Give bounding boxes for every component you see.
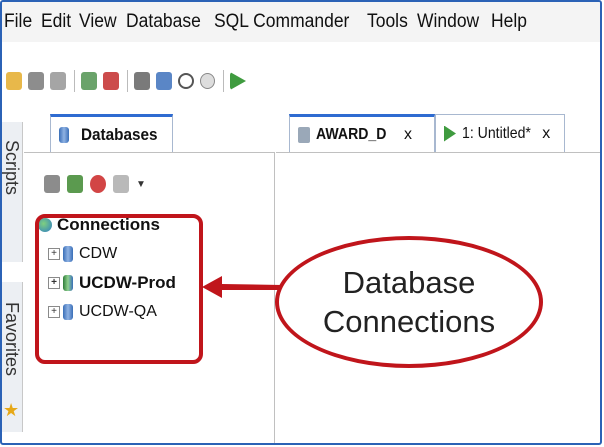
sql-file-icon [298,126,310,143]
favorites-side-tab[interactable]: Favorites ★ [2,282,23,432]
menu-bar: File Edit View Database SQL Commander To… [2,2,600,42]
close-icon[interactable]: x [404,126,412,144]
disconnect-db-icon[interactable] [90,175,106,193]
connect-db-icon[interactable] [44,175,60,193]
properties-icon[interactable] [113,175,129,193]
add-connection-icon[interactable] [67,175,83,193]
databases-tab-label: Databases [81,124,158,144]
scripts-side-tab[interactable]: Scripts [2,122,23,262]
save-icon[interactable] [28,72,44,90]
menu-window[interactable]: Window [417,11,479,33]
menu-sql-commander[interactable]: SQL Commander [214,11,349,33]
clipboard-icon[interactable] [156,72,172,90]
connections-highlight [35,214,203,364]
app-window: File Edit View Database SQL Commander To… [0,0,602,445]
stopwatch-icon[interactable] [178,73,194,89]
tab-award-d[interactable]: AWARD_D x [289,114,435,152]
toolbar-separator [127,70,128,92]
save-all-icon[interactable] [50,72,66,90]
menu-view[interactable]: View [79,11,117,33]
panel-toolbar: ▼ [44,175,146,193]
disconnect-icon[interactable] [103,72,119,90]
arrow-annotation [202,276,282,298]
callout-line-1: Database [342,265,476,300]
menu-tools[interactable]: Tools [367,11,408,33]
connect-icon[interactable] [81,72,97,90]
execute-icon[interactable] [230,72,246,90]
star-icon: ★ [3,400,20,420]
editor-area-border [276,152,600,153]
main-toolbar [2,64,600,98]
editor-tabs: AWARD_D x 1: Untitled* x [289,114,600,152]
toolbar-separator [223,70,224,92]
favorites-tab-label: Favorites [2,302,22,377]
dropdown-arrow-icon[interactable]: ▼ [136,179,146,190]
scripts-tab-label: Scripts [2,140,22,196]
tab-label: 1: Untitled* [462,124,531,142]
menu-help[interactable]: Help [491,11,527,33]
tab-untitled[interactable]: 1: Untitled* x [435,114,565,152]
menu-database[interactable]: Database [126,11,201,33]
database-icon [59,126,69,143]
menu-file[interactable]: File [4,11,32,33]
close-icon[interactable]: x [542,125,550,143]
tab-label: AWARD_D [316,125,387,143]
play-icon [444,125,456,142]
callout-line-2: Connections [322,304,496,339]
lightbulb-icon[interactable] [200,73,215,89]
menu-edit[interactable]: Edit [41,11,71,33]
toolbar-separator [74,70,75,92]
database-icon[interactable] [134,72,150,90]
callout-bubble: Database Connections [275,236,543,368]
tab-databases[interactable]: Databases [50,114,173,152]
open-folder-icon[interactable] [6,72,22,90]
